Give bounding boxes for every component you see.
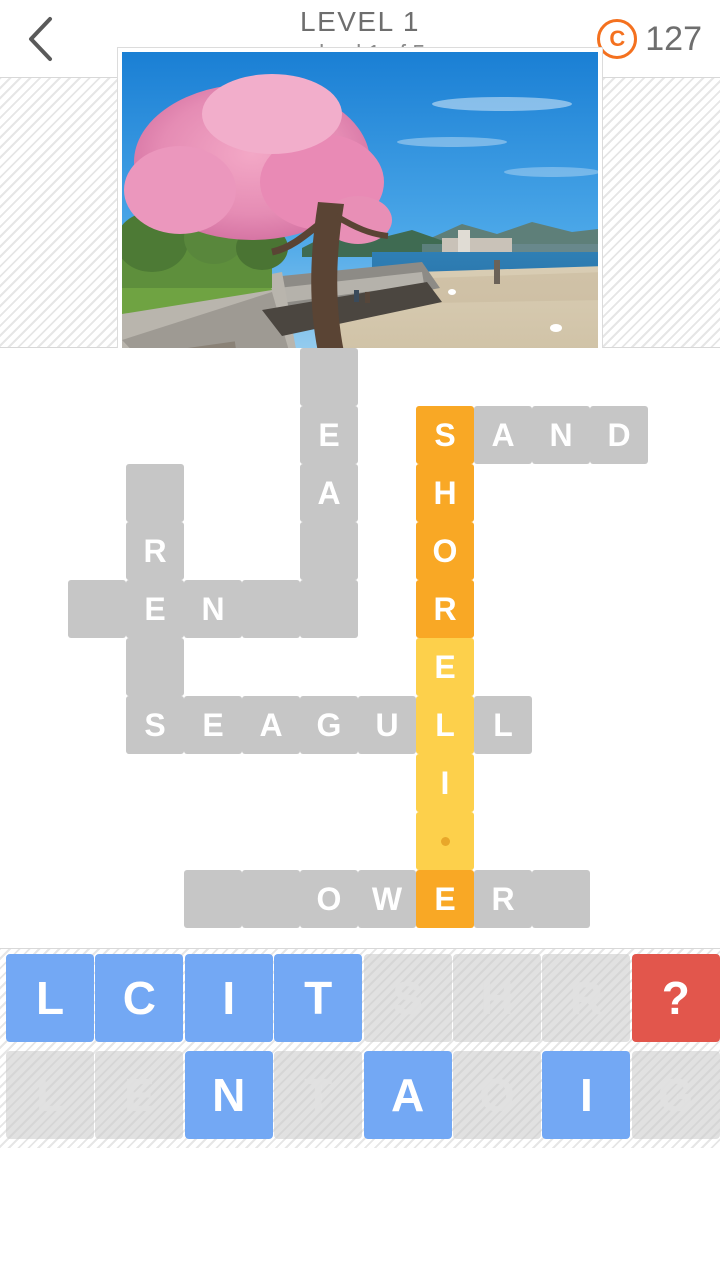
crossword-cell[interactable]	[532, 870, 590, 928]
letter-tile[interactable]: N	[184, 1051, 273, 1139]
crossword-cell[interactable]	[184, 870, 242, 928]
crossword-cell[interactable]: R	[416, 580, 474, 638]
letter-tile[interactable]: A	[363, 1051, 452, 1139]
crossword-cell[interactable]: E	[126, 580, 184, 638]
letter-tile[interactable]: I	[184, 954, 273, 1042]
crossword-cell[interactable]	[68, 580, 126, 638]
letter-tile: O	[453, 1051, 541, 1139]
letter-tile: L	[6, 1051, 94, 1139]
crossword-cell[interactable]: S	[126, 696, 184, 754]
crossword-cell[interactable]: G	[300, 696, 358, 754]
letter-tile: S	[363, 954, 452, 1042]
crossword-cell[interactable]: E	[416, 870, 474, 928]
hint-button[interactable]: ?	[631, 954, 720, 1042]
crossword-board[interactable]: ESANDAHROENRESEAGULLIOWER	[0, 348, 720, 948]
crossword-cell[interactable]: A	[300, 464, 358, 522]
back-button[interactable]	[0, 0, 80, 78]
crossword-cell[interactable]	[242, 870, 300, 928]
crossword-cell[interactable]: R	[474, 870, 532, 928]
crossword-cell[interactable]: E	[416, 638, 474, 696]
crossword-cell[interactable]	[416, 812, 474, 870]
crossword-cell[interactable]: R	[126, 522, 184, 580]
crossword-cell[interactable]: O	[300, 870, 358, 928]
crossword-cell[interactable]	[126, 638, 184, 696]
coin-balance[interactable]: C 127	[597, 0, 702, 78]
crossword-cell[interactable]: D	[590, 406, 648, 464]
letter-tile: G	[631, 1051, 720, 1139]
crossword-cell[interactable]: E	[300, 406, 358, 464]
crossword-cell[interactable]: A	[474, 406, 532, 464]
crossword-cell[interactable]: W	[358, 870, 416, 928]
crossword-cell[interactable]	[242, 580, 300, 638]
crossword-cell[interactable]: L	[416, 696, 474, 754]
crossword-cell[interactable]: I	[416, 754, 474, 812]
puzzle-image-panel	[0, 47, 720, 378]
letter-tile: E	[95, 1051, 184, 1139]
puzzle-image	[122, 51, 598, 374]
crossword-cell[interactable]: L	[474, 696, 532, 754]
crossword-cell[interactable]: H	[416, 464, 474, 522]
letter-tray[interactable]: L C I T S H R? L E N T A O I G	[0, 948, 720, 1148]
letter-tile: R	[542, 954, 631, 1042]
crossword-cell[interactable]: S	[416, 406, 474, 464]
puzzle-image-frame	[118, 47, 602, 378]
coin-count: 127	[645, 19, 702, 58]
coin-icon: C	[597, 19, 638, 59]
letter-tile[interactable]: I	[542, 1051, 631, 1139]
crossword-cell[interactable]: U	[358, 696, 416, 754]
letter-tile[interactable]: T	[274, 954, 363, 1042]
crossword-cell[interactable]: A	[242, 696, 300, 754]
letter-tile[interactable]: L	[6, 954, 94, 1042]
chevron-left-icon	[29, 16, 52, 61]
crossword-cell[interactable]	[126, 464, 184, 522]
crossword-cell[interactable]	[300, 580, 358, 638]
crossword-cell[interactable]	[300, 522, 358, 580]
crossword-cell[interactable]: E	[184, 696, 242, 754]
crossword-cell[interactable]: N	[532, 406, 590, 464]
letter-tile[interactable]: C	[95, 954, 184, 1042]
letter-tile: H	[453, 954, 541, 1042]
letter-tile: T	[274, 1051, 363, 1139]
crossword-cell[interactable]: N	[184, 580, 242, 638]
crossword-cell[interactable]: O	[416, 522, 474, 580]
crossword-cell[interactable]	[300, 348, 358, 406]
